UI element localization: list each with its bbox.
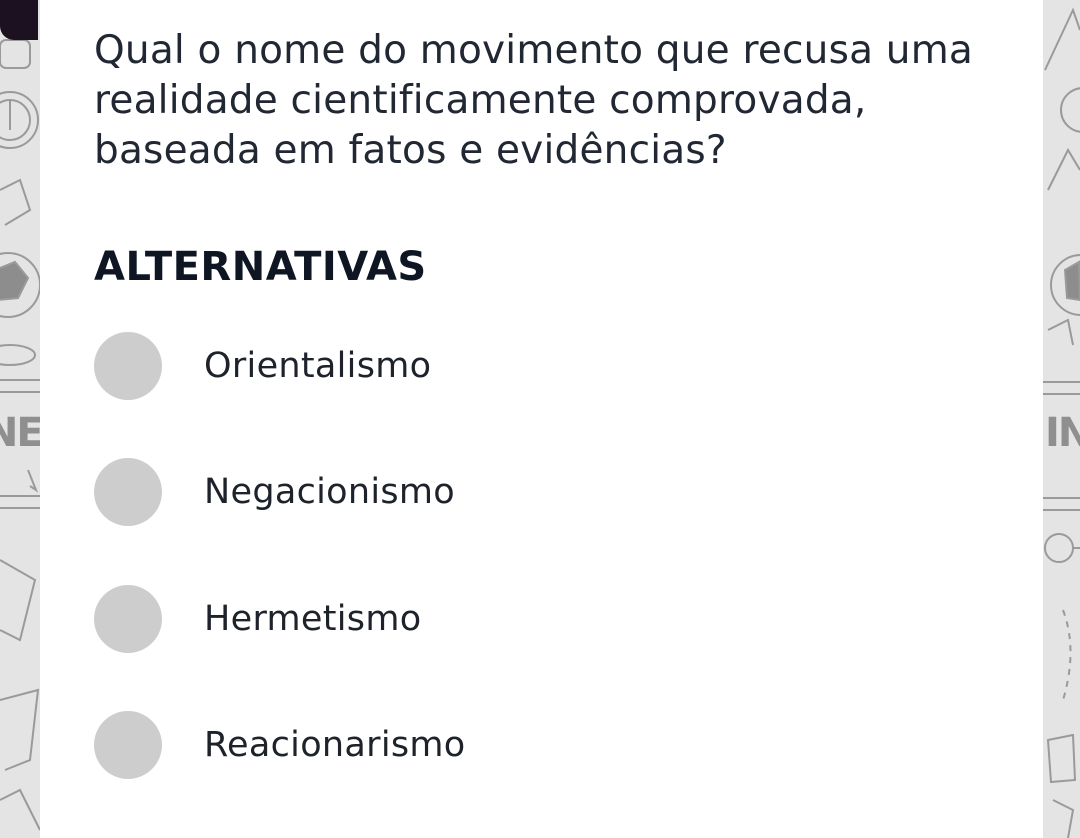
- alternatives-title: ALTERNATIVAS: [94, 244, 427, 290]
- radio-button[interactable]: [94, 458, 162, 526]
- corner-tab: [0, 0, 38, 40]
- option-hermetismo[interactable]: Hermetismo: [94, 584, 974, 654]
- option-label: Orientalismo: [204, 346, 432, 386]
- radio-button[interactable]: [94, 711, 162, 779]
- option-label: Negacionismo: [204, 472, 456, 512]
- background-doodles-left: INE: [0, 0, 40, 838]
- background-doodle-text-right: INE: [1045, 410, 1080, 456]
- option-label: Reacionarismo: [204, 725, 466, 765]
- radio-button[interactable]: [94, 585, 162, 653]
- question-card: Qual o nome do movimento que recusa uma …: [40, 0, 1043, 838]
- option-label: Hermetismo: [204, 599, 422, 639]
- option-orientalismo[interactable]: Orientalismo: [94, 331, 974, 401]
- option-negacionismo[interactable]: Negacionismo: [94, 457, 974, 527]
- background-doodle-text-left: INE: [0, 410, 40, 456]
- question-text: Qual o nome do movimento que recusa uma …: [94, 28, 974, 173]
- background-doodles-right: INE: [1043, 0, 1080, 838]
- option-reacionarismo[interactable]: Reacionarismo: [94, 710, 974, 780]
- radio-button[interactable]: [94, 332, 162, 400]
- screen: INE INE Qual o nome do movimento que rec…: [0, 0, 1080, 838]
